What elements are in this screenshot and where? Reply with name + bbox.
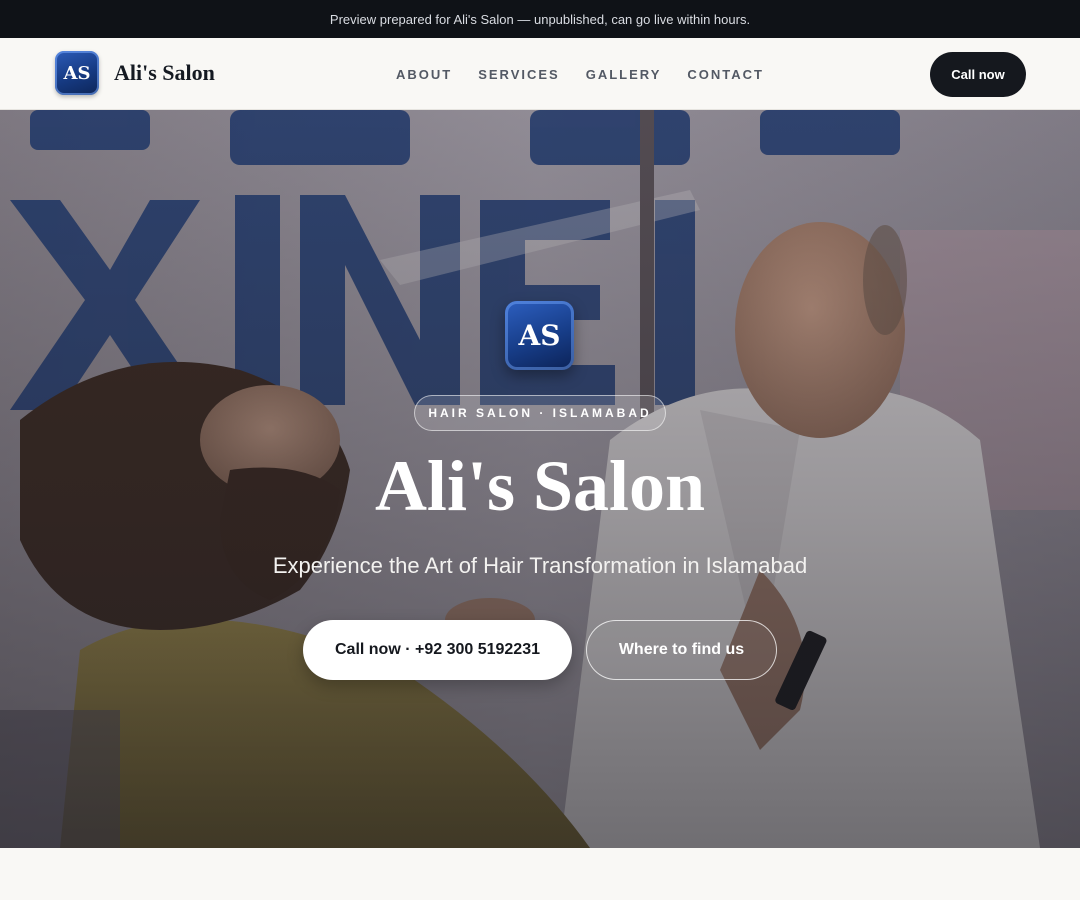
preview-banner: Preview prepared for Ali's Salon — unpub… <box>0 0 1080 38</box>
header-call-button[interactable]: Call now <box>930 52 1026 97</box>
brand-name: Ali's Salon <box>114 60 215 85</box>
preview-banner-text: Preview prepared for Ali's Salon — unpub… <box>329 11 751 27</box>
nav-item-contact[interactable]: CONTACT <box>687 67 764 82</box>
hero-tag-badge: HAIR SALON · ISLAMABAD <box>414 395 666 431</box>
next-section <box>0 848 1080 900</box>
brand-logo: AS <box>55 51 99 95</box>
hero-section: AS HAIR SALON · ISLAMABAD Ali's Salon Ex… <box>0 110 1080 848</box>
nav-item-about[interactable]: ABOUT <box>396 67 452 82</box>
hero-logo: AS <box>505 301 574 370</box>
where-to-find-us-button[interactable]: Where to find us <box>586 620 777 680</box>
hero-title: Ali's Salon <box>374 446 706 526</box>
call-now-button[interactable]: Call now · +92 300 5192231 <box>303 620 572 680</box>
nav-item-gallery[interactable]: GALLERY <box>586 67 662 82</box>
brand[interactable]: AS Ali's Salon <box>55 51 215 95</box>
site-header: AS Ali's Salon ABOUT SERVICES GALLERY CO… <box>0 38 1080 110</box>
main-nav: ABOUT SERVICES GALLERY CONTACT <box>396 38 764 110</box>
nav-item-services[interactable]: SERVICES <box>478 67 560 82</box>
hero-subtitle: Experience the Art of Hair Transformatio… <box>272 553 808 578</box>
hero-content: AS HAIR SALON · ISLAMABAD Ali's Salon Ex… <box>0 110 1080 848</box>
